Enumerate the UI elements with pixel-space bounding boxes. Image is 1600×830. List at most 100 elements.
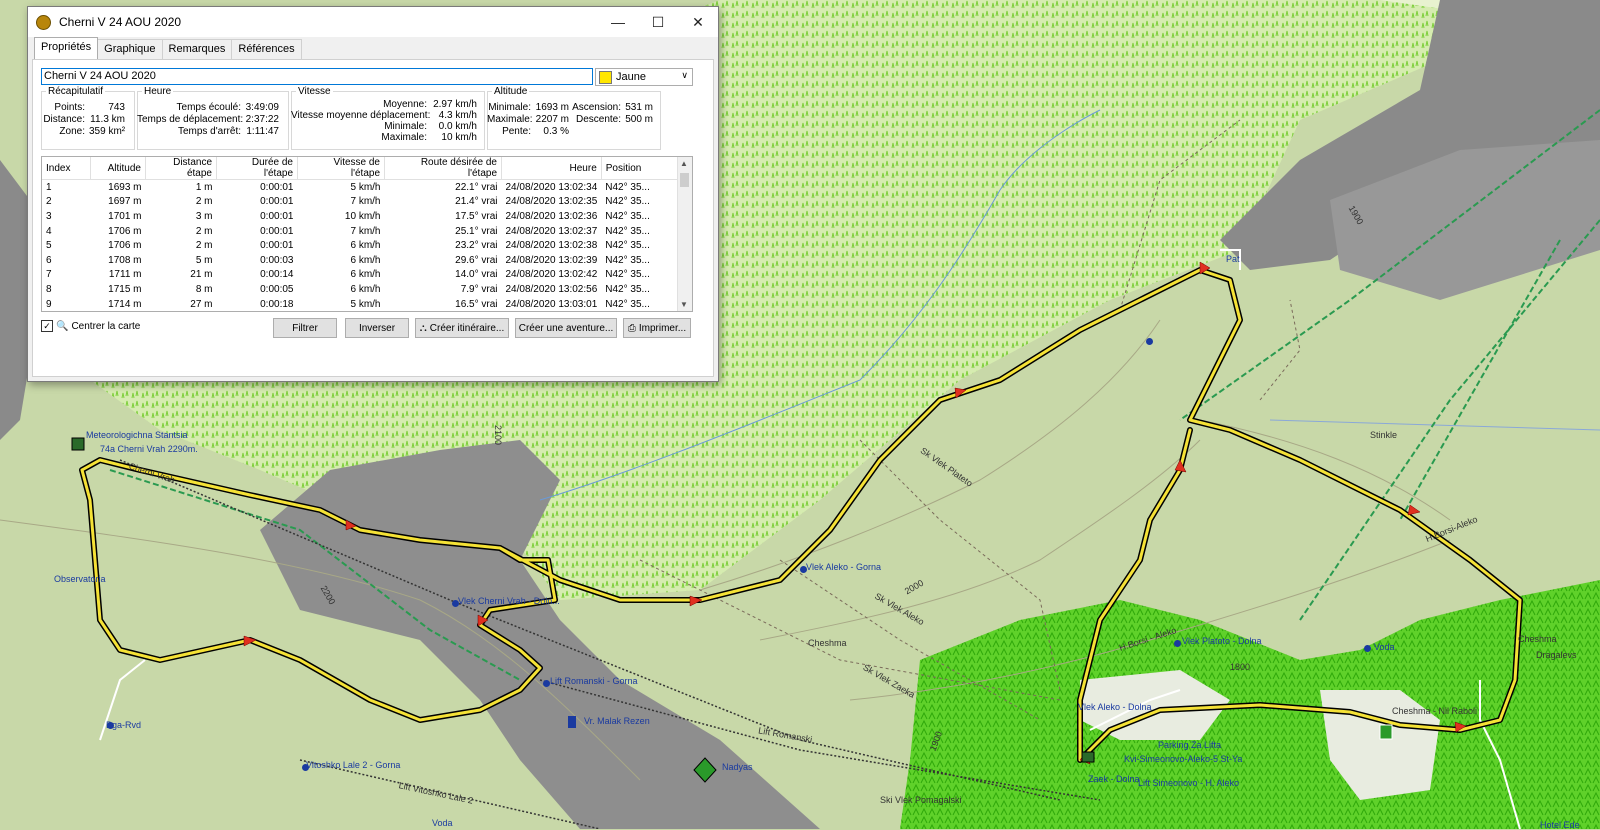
table-cell: 21 m: [190, 269, 213, 281]
vitesse-legend: Vitesse: [298, 86, 331, 97]
table-cell: 0:00:01: [260, 240, 294, 252]
table-cell: 1715 m: [108, 283, 142, 295]
dialog-titlebar[interactable]: Cherni V 24 AOU 2020 — ☐ ✕: [28, 7, 718, 37]
column-header[interactable]: Position: [601, 157, 679, 180]
create-route-button[interactable]: ⛬ Créer itinéraire...: [415, 318, 509, 338]
table-row[interactable]: 2 1697 m 2 m 0:00:01 7 km/h 21.4° vrai 24/08/2…: [42, 195, 678, 210]
table-cell: 25.1° vrai: [455, 225, 498, 237]
map-label-voda-1: Voda: [432, 818, 453, 828]
close-button[interactable]: ✕: [678, 7, 718, 37]
minimize-button[interactable]: —: [598, 7, 638, 37]
map-label-parking: Parking Za Lifta: [1158, 740, 1222, 750]
maximize-button[interactable]: ☐: [638, 7, 678, 37]
poi-marker[interactable]: [1146, 338, 1153, 345]
create-adventure-button[interactable]: Créer une aventure...: [515, 318, 617, 338]
table-cell: 24/08/2020 13:02:37: [505, 225, 598, 237]
track-name-input[interactable]: Cherni V 24 AOU 2020: [41, 68, 593, 85]
altitude-value: 2207 m: [535, 114, 569, 125]
table-cell: 24/08/2020 13:02:36: [505, 210, 598, 222]
center-map-checkbox[interactable]: ✓ 🔍 Centrer la carte: [41, 320, 140, 332]
table-cell: 7: [46, 269, 52, 281]
print-button[interactable]: ⎙ Imprimer...: [623, 318, 691, 338]
column-header[interactable]: Vitesse de l'étape: [297, 157, 385, 180]
table-cell: 10 km/h: [344, 210, 381, 222]
altitude-value: 1693 m: [535, 102, 569, 113]
invert-button[interactable]: Inverser: [345, 318, 409, 338]
tab-proprietes[interactable]: Propriétés: [34, 37, 99, 60]
map-label-kvi-simeonovo: Kvi-Simeonovo-Aleko-5 St-Ya: [1124, 754, 1243, 764]
map-label-vitoshko-lale: Vitoshko Lale 2 - Gorna: [306, 760, 401, 770]
table-cell: 24/08/2020 13:02:56: [505, 283, 598, 295]
map-label-peak: 74a Cherni Vrah 2290m.: [100, 444, 198, 454]
poi-marker[interactable]: [800, 566, 807, 573]
column-header[interactable]: Altitude: [90, 157, 146, 180]
map-label-nadyas: Nadyas: [722, 762, 753, 772]
altitude-value: 0.3 %: [543, 126, 569, 137]
print-label: Imprimer...: [638, 322, 687, 334]
table-cell: 1701 m: [108, 210, 142, 222]
table-row[interactable]: 1 1693 m 1 m 0:00:01 5 km/h 22.1° vrai 24/08/2…: [42, 180, 678, 195]
table-cell: N42° 35...: [605, 240, 650, 252]
poi-marker[interactable]: [1364, 645, 1371, 652]
trackpoints-table[interactable]: Index Altitude Distance étape Durée de l…: [41, 156, 693, 312]
table-row[interactable]: 4 1706 m 2 m 0:00:01 7 km/h 25.1° vrai 24/08/2…: [42, 224, 678, 239]
table-cell: N42° 35...: [605, 181, 650, 193]
table-cell: 2: [46, 196, 52, 208]
table-row[interactable]: 8 1715 m 8 m 0:00:05 6 km/h 7.9° vrai 24/08/20…: [42, 282, 678, 297]
vitesse-value: 4.3 km/h: [438, 110, 477, 121]
scroll-down-icon[interactable]: ▼: [680, 300, 688, 309]
poi-marker[interactable]: [1174, 640, 1181, 647]
table-row[interactable]: 7 1711 m 21 m 0:00:14 6 km/h 14.0° vrai 24/08/…: [42, 268, 678, 283]
vitesse-value: 10 km/h: [441, 132, 477, 143]
filter-button[interactable]: Filtrer: [273, 318, 337, 338]
table-cell: 6 km/h: [350, 254, 381, 266]
recap-value: 11.3 km: [90, 114, 125, 125]
table-row[interactable]: 9 1714 m 27 m 0:00:18 5 km/h 16.5° vrai 24/08/…: [42, 297, 678, 311]
column-header[interactable]: Heure: [501, 157, 602, 180]
tab-remarques[interactable]: Remarques: [161, 39, 233, 60]
scroll-up-icon[interactable]: ▲: [680, 159, 688, 168]
contour-label-1800: 1800: [1230, 662, 1251, 672]
vitesse-value: 0.0 km/h: [438, 121, 477, 132]
table-cell: 1697 m: [108, 196, 142, 208]
table-cell: 6 km/h: [350, 240, 381, 252]
poi-marker[interactable]: [302, 764, 309, 771]
altitude-label: Ascension:: [572, 102, 621, 113]
color-select[interactable]: Jaune ∨: [595, 68, 693, 86]
table-cell: 7.9° vrai: [460, 283, 498, 295]
table-cell: 5 m: [195, 254, 213, 266]
table-cell: 2 m: [195, 225, 213, 237]
vitesse-label: Maximale:: [381, 132, 427, 143]
scroll-thumb[interactable]: [680, 173, 689, 187]
table-cell: 1: [46, 181, 52, 193]
map-label-vlek-aleko-gorna: Vlek Aleko - Gorna: [806, 562, 882, 572]
heure-label: Temps d'arrêt:: [177, 126, 241, 137]
recap-label: Zone:: [59, 126, 85, 137]
table-row[interactable]: 6 1708 m 5 m 0:00:03 6 km/h 29.6° vrai 24/08/2…: [42, 253, 678, 268]
table-cell: 8 m: [195, 283, 213, 295]
column-header[interactable]: Route désirée de l'étape: [384, 157, 502, 180]
column-header[interactable]: Index: [42, 157, 91, 180]
table-cell: 8: [46, 283, 52, 295]
table-cell: 22.1° vrai: [455, 181, 498, 193]
poi-marker[interactable]: [452, 600, 459, 607]
heure-label: Temps de déplacement:: [137, 114, 244, 125]
poi-marker[interactable]: [107, 722, 114, 729]
dialog-title: Cherni V 24 AOU 2020: [59, 15, 182, 29]
table-row[interactable]: 3 1701 m 3 m 0:00:01 10 km/h 17.5° vrai 24/08/…: [42, 209, 678, 224]
table-scrollbar[interactable]: ▲ ▼: [677, 157, 692, 311]
table-cell: 1693 m: [108, 181, 142, 193]
table-cell: 29.6° vrai: [455, 254, 498, 266]
tab-graphique[interactable]: Graphique: [97, 39, 163, 60]
heure-value: 2:37:22: [245, 114, 279, 125]
column-header[interactable]: Distance étape: [145, 157, 217, 180]
checkbox-check-icon[interactable]: ✓: [41, 320, 53, 332]
table-row[interactable]: 5 1706 m 2 m 0:00:01 6 km/h 23.2° vrai 24/08/2…: [42, 238, 678, 253]
table-cell: 24/08/2020 13:02:39: [505, 254, 598, 266]
table-cell: 6 km/h: [350, 269, 381, 281]
map-label-cheshma-2: Cheshma: [1518, 634, 1557, 644]
poi-marker[interactable]: [543, 680, 550, 687]
column-header[interactable]: Durée de l'étape: [216, 157, 298, 180]
tab-references[interactable]: Références: [231, 39, 302, 60]
table-cell: 23.2° vrai: [455, 240, 498, 252]
